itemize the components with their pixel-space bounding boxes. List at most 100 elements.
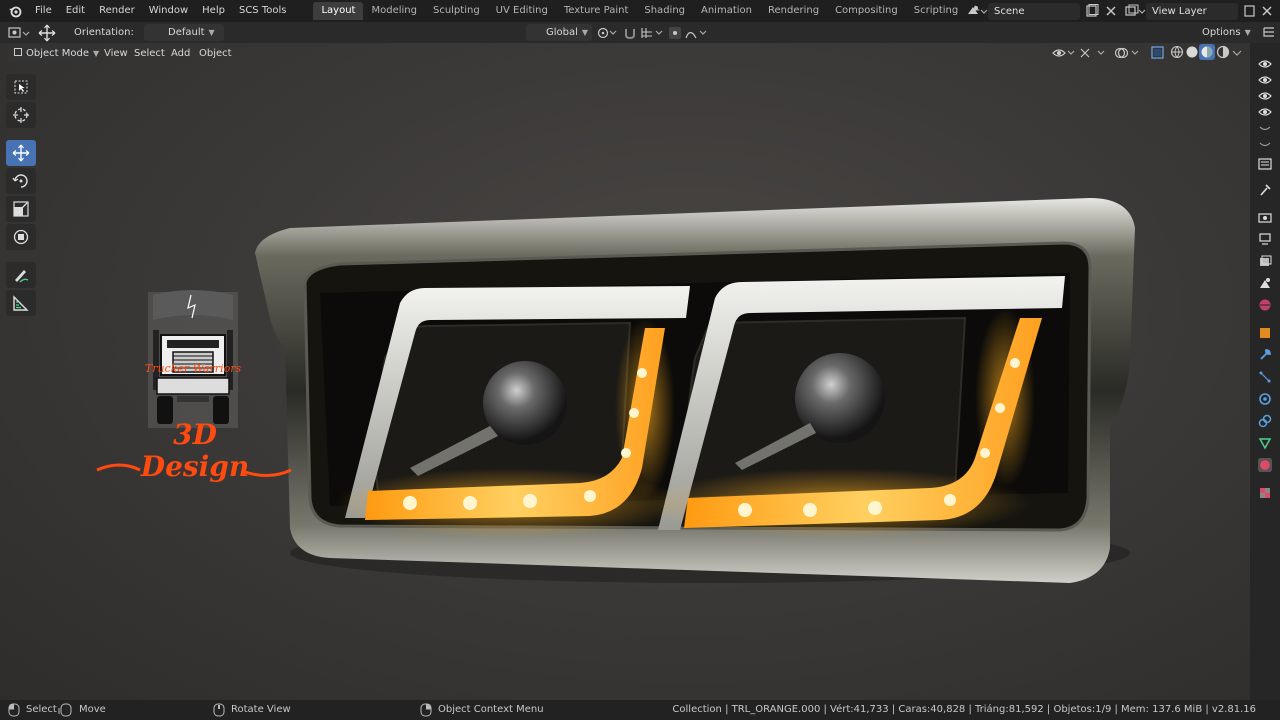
scale-tool[interactable] [6,196,36,222]
annotate-tool[interactable] [6,262,36,288]
brand-swoosh-icon [96,463,292,477]
rotate-tool[interactable] [6,168,36,194]
gizmo-toggle-icon[interactable] [1078,46,1108,60]
menu-scs-tools[interactable]: SCS Tools [232,0,294,22]
particles-properties-icon[interactable] [1258,370,1272,384]
move-tool[interactable] [6,140,36,166]
options-dropdown[interactable]: Options ▼ [1196,24,1257,41]
tool-properties-icon[interactable] [1258,157,1272,171]
mode-value: Object Mode [26,48,89,59]
new-scene-icon[interactable] [1084,4,1100,18]
scene-icon[interactable] [966,4,988,18]
transform-icon [13,229,29,245]
tab-layout[interactable]: Layout [313,2,364,20]
overlays-icon[interactable] [1114,46,1144,60]
move-tool-icon[interactable] [38,24,56,42]
texture-properties-icon[interactable] [1258,486,1272,500]
chevron-down-icon: ▼ [581,28,589,37]
transform-space-value: Global [546,27,578,38]
view-layer-properties-icon[interactable] [1258,254,1272,268]
tab-sculpting[interactable]: Sculpting [425,2,488,20]
material-properties-icon[interactable] [1258,458,1272,472]
xray-toggle-icon[interactable] [1150,45,1166,61]
rendered-shading-icon[interactable] [1216,45,1230,59]
object-properties-icon[interactable] [1258,326,1272,340]
output-properties-icon[interactable] [1258,232,1272,246]
transform-space-dropdown[interactable]: Global ▼ [526,24,592,41]
tab-texture-paint[interactable]: Texture Paint [556,2,637,20]
pivot-point-icon[interactable] [596,26,618,40]
menu-help[interactable]: Help [195,0,232,22]
data-properties-icon[interactable] [1258,436,1272,450]
menu-file[interactable]: File [28,0,59,22]
scale-icon [13,201,29,217]
menu-render[interactable]: Render [92,0,142,22]
transform-tool[interactable] [6,224,36,250]
select-box-tool[interactable] [6,74,36,100]
view-layer-field[interactable]: View Layer [1146,2,1238,20]
cursor-tool[interactable] [6,102,36,128]
snap-target-icon[interactable] [640,26,664,40]
3d-viewport[interactable]: Object Mode ▼ View Select Add Object Tru… [0,43,1250,700]
eye-icon[interactable] [1258,105,1272,119]
eye-closed-icon[interactable] [1258,121,1272,135]
menu-edit[interactable]: Edit [59,0,92,22]
active-tool-icon[interactable] [1258,183,1272,197]
tab-compositing[interactable]: Compositing [827,2,906,20]
select-box-icon [14,80,28,94]
scene-name-field[interactable]: Scene [988,2,1080,20]
add-menu[interactable]: Add [165,45,196,62]
menu-window[interactable]: Window [142,0,195,22]
physics-properties-icon[interactable] [1258,392,1272,406]
delete-view-layer-icon[interactable] [1260,4,1274,18]
scene-properties-icon[interactable] [1258,276,1272,290]
delete-scene-icon[interactable] [1104,4,1118,18]
brand-top-text: Trucker Warriors [144,362,242,375]
eye-icon[interactable] [1258,89,1272,103]
editor-type-icon[interactable] [8,26,30,40]
tab-animation[interactable]: Animation [693,2,760,20]
workspace-tabs: Layout Modeling Sculpting UV Editing Tex… [313,0,984,22]
mouse-left-icon [8,703,20,717]
tab-uv-editing[interactable]: UV Editing [488,2,556,20]
viewport-header: Object Mode ▼ View Select Add Object [0,43,1250,63]
material-preview-icon[interactable] [1199,44,1215,60]
view-layer-icon[interactable] [1124,4,1146,18]
scene-selector: Scene [966,2,1118,20]
solid-shading-icon[interactable] [1185,45,1199,59]
status-rotate-view-hint: Rotate View [231,704,291,715]
mouse-drag-icon [58,703,72,717]
options-label: Options [1202,27,1241,38]
object-menu[interactable]: Object [193,45,238,62]
cursor-icon [13,107,29,123]
eye-icon[interactable] [1258,57,1272,71]
status-move-hint: Move [79,704,106,715]
render-properties-icon[interactable] [1258,210,1272,224]
tab-shading[interactable]: Shading [636,2,693,20]
falloff-icon[interactable] [684,26,710,40]
tab-modeling[interactable]: Modeling [363,2,425,20]
tool-settings-header: Orientation: Default ▼ Global ▼ Options ▼ [0,22,1280,43]
eye-closed-icon[interactable] [1258,137,1272,151]
eye-icon[interactable] [1258,73,1272,87]
orientation-dropdown[interactable]: Default ▼ [144,24,224,41]
tab-rendering[interactable]: Rendering [760,2,827,20]
outliner-icon[interactable] [1262,26,1276,40]
truck-illustration-icon [148,290,238,428]
snap-toggle-icon[interactable] [622,25,638,41]
constraints-properties-icon[interactable] [1258,414,1272,428]
brand-logo: Trucker Warriors 3D Design [95,290,295,505]
cube-icon [14,48,22,56]
blender-logo-icon[interactable] [8,4,22,18]
measure-tool[interactable] [6,290,36,316]
wireframe-shading-icon[interactable] [1170,45,1184,59]
mode-dropdown[interactable]: Object Mode ▼ [8,45,99,62]
tab-scripting[interactable]: Scripting [906,2,966,20]
new-view-layer-icon[interactable] [1242,4,1258,18]
world-properties-icon[interactable] [1258,298,1272,312]
visibility-filter-icon[interactable] [1052,46,1076,60]
shading-options-chevron-icon[interactable] [1232,48,1242,58]
proportional-editing-icon[interactable] [668,26,682,40]
mouse-right-icon [420,703,432,717]
modifier-properties-icon[interactable] [1258,348,1272,362]
